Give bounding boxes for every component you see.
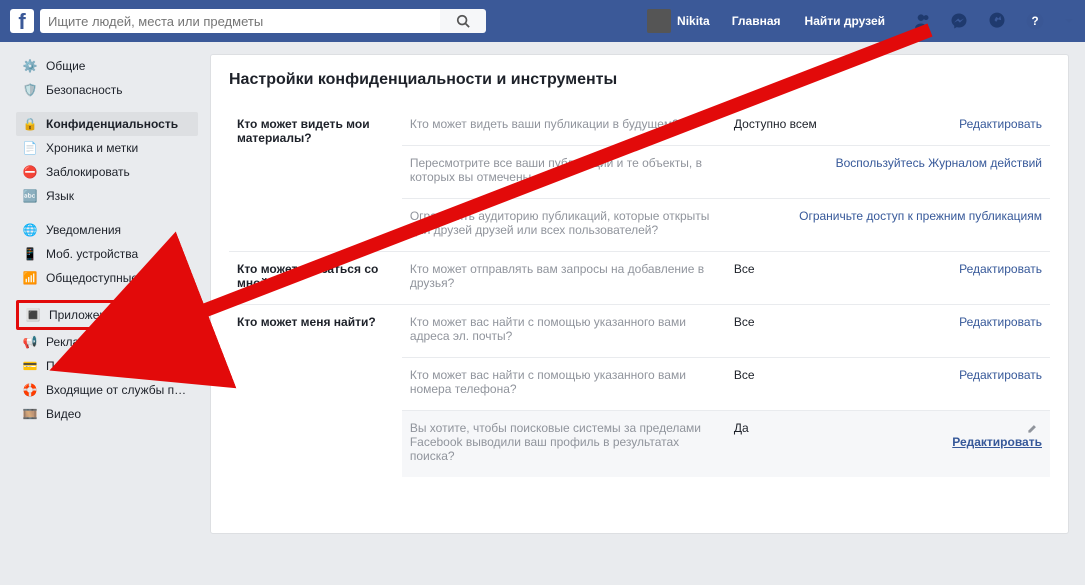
sidebar-item-label: Уведомления bbox=[46, 223, 121, 237]
pencil-icon bbox=[1027, 423, 1038, 434]
language-icon: 🔤 bbox=[22, 188, 38, 204]
setting-desc: Кто может отправлять вам запросы на доба… bbox=[402, 252, 726, 305]
nav-home[interactable]: Главная bbox=[722, 14, 791, 28]
username-label: Nikita bbox=[677, 14, 710, 28]
edit-link[interactable]: Редактировать bbox=[959, 315, 1042, 329]
lock-icon: 🔒 bbox=[22, 116, 38, 132]
edit-link[interactable]: Редактировать bbox=[952, 435, 1042, 449]
svg-text:?: ? bbox=[1031, 15, 1038, 28]
account-menu-icon[interactable] bbox=[1063, 11, 1075, 31]
group-label: Кто может связаться со мной? bbox=[229, 252, 402, 305]
search-input[interactable] bbox=[40, 9, 440, 33]
sidebar-item-label: Приложения bbox=[49, 308, 119, 322]
setting-desc: Вы хотите, чтобы поисковые системы за пр… bbox=[402, 411, 726, 478]
settings-content: Настройки конфиденциальности и инструмен… bbox=[210, 54, 1069, 534]
sidebar-item-apps[interactable]: 🔳 Приложения bbox=[16, 300, 198, 330]
sidebar-item-block[interactable]: ⛔ Заблокировать bbox=[16, 160, 198, 184]
sidebar-item-label: Общие bbox=[46, 59, 85, 73]
setting-desc: Ограничить аудиторию публикаций, которые… bbox=[402, 199, 726, 252]
top-header: f Nikita Главная Найти друзей ? bbox=[0, 0, 1085, 42]
sidebar-item-label: Входящие от службы п… bbox=[46, 383, 186, 397]
sidebar-item-language[interactable]: 🔤 Язык bbox=[16, 184, 198, 208]
sidebar-item-privacy[interactable]: 🔒 Конфиденциальность bbox=[16, 112, 198, 136]
friend-requests-icon[interactable] bbox=[911, 11, 931, 31]
setting-value: Доступно всем bbox=[726, 107, 931, 146]
mobile-icon: 📱 bbox=[22, 246, 38, 262]
sidebar-item-label: Конфиденциальность bbox=[46, 117, 178, 131]
setting-value: Да bbox=[726, 411, 931, 478]
setting-desc: Кто может видеть ваши публикации в будущ… bbox=[402, 107, 726, 146]
messenger-icon[interactable] bbox=[949, 11, 969, 31]
sidebar-item-label: Хроника и метки bbox=[46, 141, 138, 155]
profile-link[interactable]: Nikita bbox=[639, 9, 718, 33]
edit-link[interactable]: Редактировать bbox=[959, 368, 1042, 382]
setting-row: Кто может видеть мои материалы? Кто може… bbox=[229, 107, 1050, 146]
help-icon[interactable]: ? bbox=[1025, 11, 1045, 31]
setting-desc: Кто может вас найти с помощью указанного… bbox=[402, 305, 726, 358]
block-icon: ⛔ bbox=[22, 164, 38, 180]
video-icon: 🎞️ bbox=[22, 406, 38, 422]
header-right: Nikita Главная Найти друзей ? bbox=[639, 9, 1075, 33]
sidebar-item-ads[interactable]: 📢 Реклама bbox=[16, 330, 198, 354]
sidebar-item-support-inbox[interactable]: 🛟 Входящие от службы п… bbox=[16, 378, 198, 402]
sidebar-item-label: Реклама bbox=[46, 335, 94, 349]
setting-value: Все bbox=[726, 305, 931, 358]
avatar bbox=[647, 9, 671, 33]
limit-past-posts-link[interactable]: Ограничьте доступ к прежним публикациям bbox=[799, 209, 1042, 223]
sidebar-item-payments[interactable]: 💳 Платежи bbox=[16, 354, 198, 378]
sidebar-item-label: Язык bbox=[46, 189, 74, 203]
sidebar-item-label: Общедоступные публи… bbox=[46, 271, 186, 285]
notifications-icon[interactable] bbox=[987, 11, 1007, 31]
page-title: Настройки конфиденциальности и инструмен… bbox=[229, 71, 1050, 89]
gear-icon: ⚙️ bbox=[22, 58, 38, 74]
facebook-logo-icon[interactable]: f bbox=[10, 9, 34, 33]
card-icon: 💳 bbox=[22, 358, 38, 374]
sidebar-item-label: Видео bbox=[46, 407, 81, 421]
shield-icon: 🛡️ bbox=[22, 82, 38, 98]
setting-desc: Пересмотрите все ваши публикации и те об… bbox=[402, 146, 726, 199]
group-label: Кто может меня найти? bbox=[229, 305, 402, 478]
sidebar-item-label: Платежи bbox=[46, 359, 95, 373]
globe-icon: 🌐 bbox=[22, 222, 38, 238]
sidebar-item-public-posts[interactable]: 📶 Общедоступные публи… bbox=[16, 266, 198, 290]
edit-link[interactable]: Редактировать bbox=[959, 262, 1042, 276]
feed-icon: 📶 bbox=[22, 270, 38, 286]
setting-value: Все bbox=[726, 358, 931, 411]
sidebar-item-security[interactable]: 🛡️ Безопасность bbox=[16, 78, 198, 102]
sidebar-item-label: Заблокировать bbox=[46, 165, 130, 179]
setting-desc: Кто может вас найти с помощью указанного… bbox=[402, 358, 726, 411]
timeline-icon: 📄 bbox=[22, 140, 38, 156]
sidebar-item-notifications[interactable]: 🌐 Уведомления bbox=[16, 218, 198, 242]
apps-icon: 🔳 bbox=[25, 307, 41, 323]
sidebar-item-general[interactable]: ⚙️ Общие bbox=[16, 54, 198, 78]
group-label: Кто может видеть мои материалы? bbox=[229, 107, 402, 252]
nav-find-friends[interactable]: Найти друзей bbox=[795, 14, 895, 28]
edit-link[interactable]: Редактировать bbox=[959, 117, 1042, 131]
search-wrap bbox=[40, 9, 486, 33]
setting-value: Все bbox=[726, 252, 931, 305]
support-icon: 🛟 bbox=[22, 382, 38, 398]
sidebar-item-label: Моб. устройства bbox=[46, 247, 138, 261]
sidebar-item-mobile[interactable]: 📱 Моб. устройства bbox=[16, 242, 198, 266]
sidebar-item-label: Безопасность bbox=[46, 83, 123, 97]
setting-row: Кто может связаться со мной? Кто может о… bbox=[229, 252, 1050, 305]
sidebar-item-video[interactable]: 🎞️ Видео bbox=[16, 402, 198, 426]
sidebar-item-timeline[interactable]: 📄 Хроника и метки bbox=[16, 136, 198, 160]
activity-log-link[interactable]: Воспользуйтесь Журналом действий bbox=[836, 156, 1042, 170]
search-icon bbox=[456, 14, 470, 28]
search-button[interactable] bbox=[440, 9, 486, 33]
settings-sidebar: ⚙️ Общие 🛡️ Безопасность 🔒 Конфиденциаль… bbox=[16, 54, 198, 534]
setting-row: Кто может меня найти? Кто может вас найт… bbox=[229, 305, 1050, 358]
ads-icon: 📢 bbox=[22, 334, 38, 350]
